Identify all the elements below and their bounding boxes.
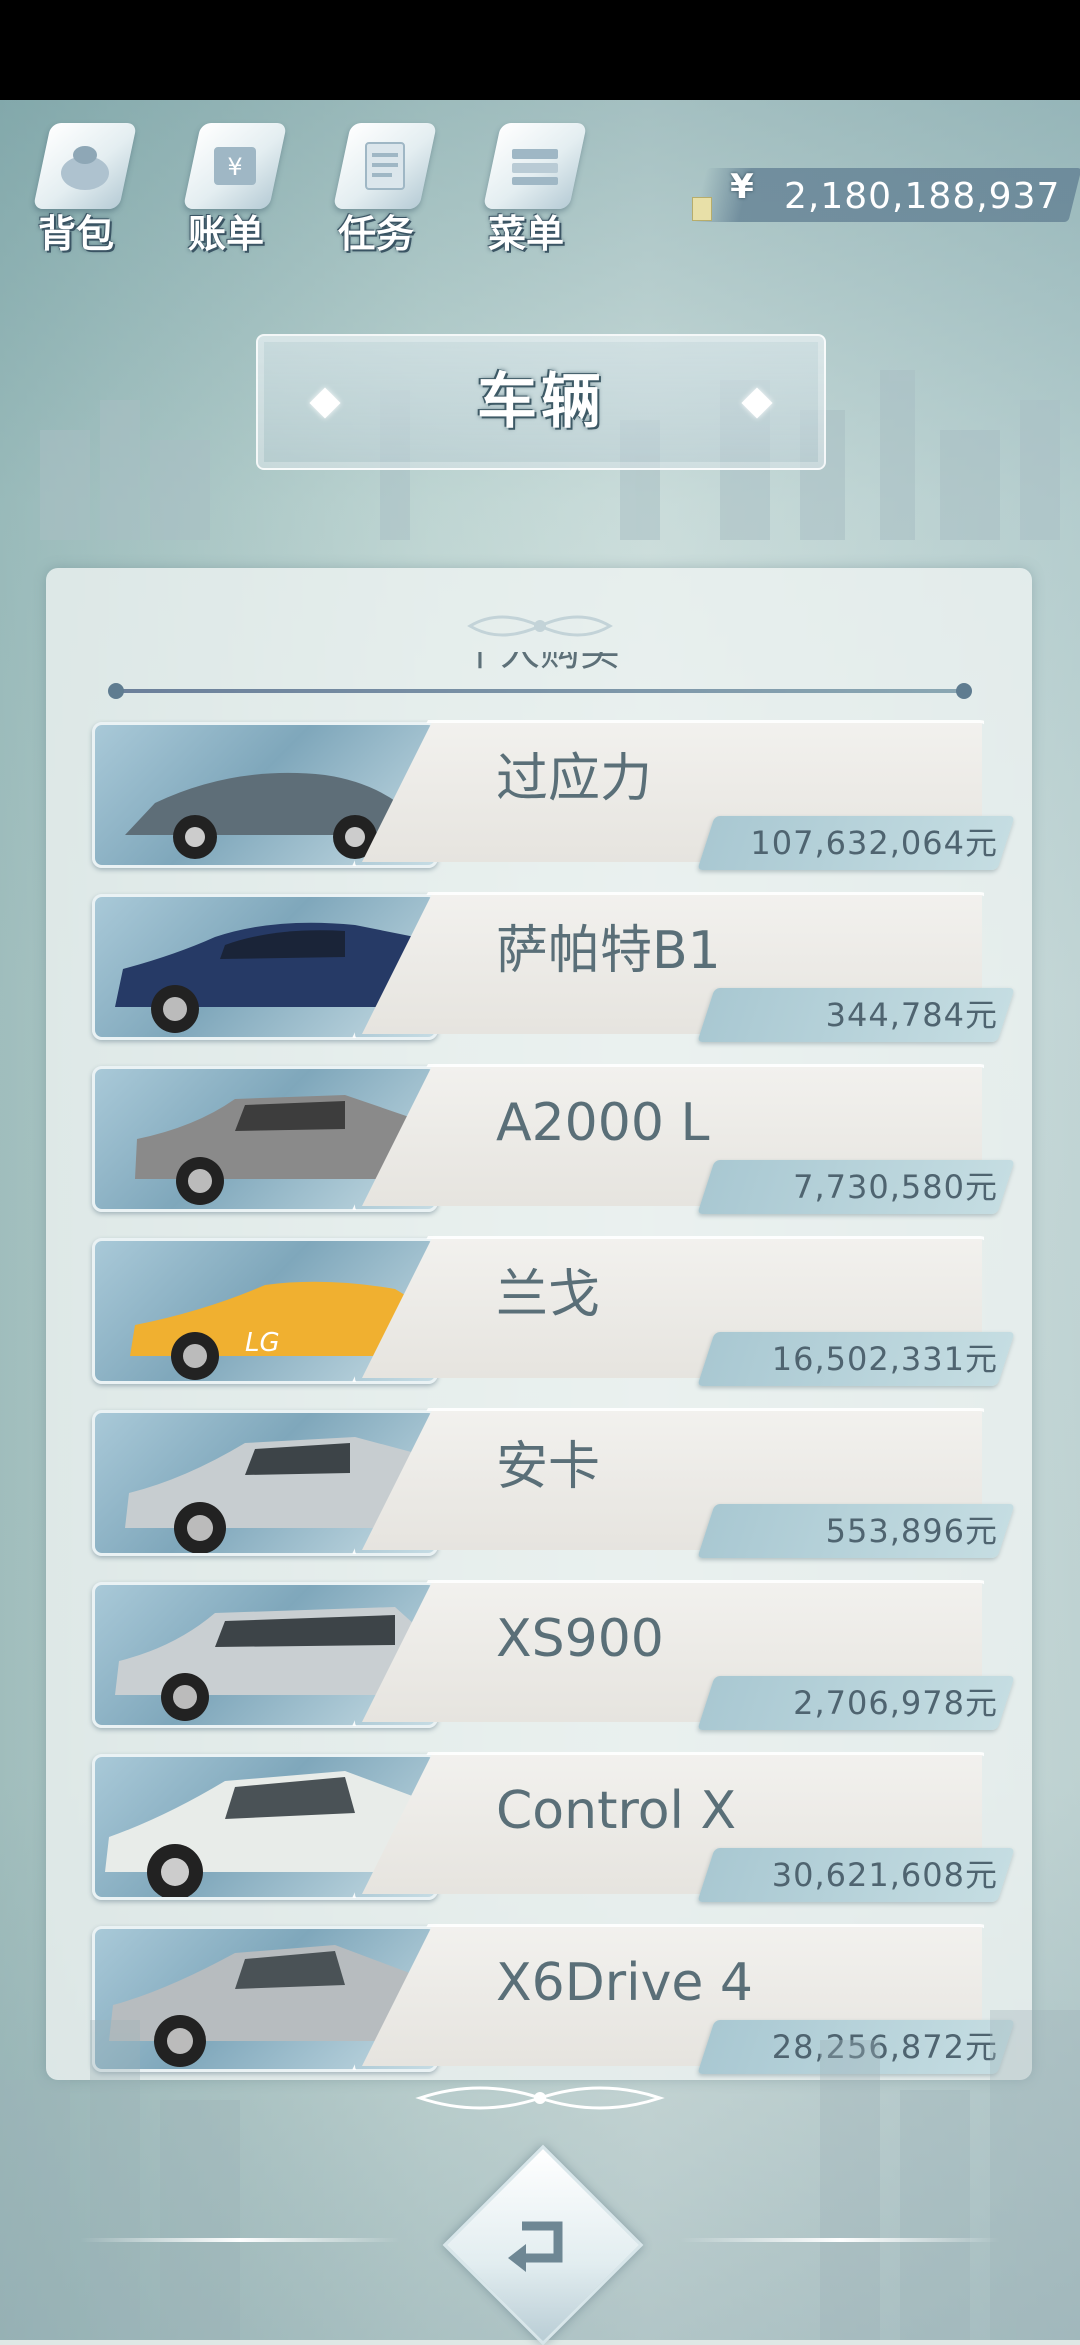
nav-bag-button[interactable]: 背包 <box>20 115 150 256</box>
vehicle-row[interactable]: A2000 L 7,730,580元 <box>92 1064 1015 1214</box>
divider-dot <box>956 683 972 699</box>
vehicle-name: XS900 <box>496 1609 664 1669</box>
vehicle-price: 30,621,608元 <box>771 1856 998 1894</box>
yen-icon: ¥ <box>730 167 754 207</box>
nav-bill-label: 账单 <box>188 212 265 256</box>
vehicle-row[interactable]: 过应力 107,632,064元 <box>92 720 1015 870</box>
vehicle-price: 344,784元 <box>825 996 998 1034</box>
vehicle-name: 萨帕特B1 <box>496 921 721 981</box>
vehicle-row[interactable]: 萨帕特B1 344,784元 <box>92 892 1015 1042</box>
vehicle-name: 兰戈 <box>496 1265 601 1325</box>
car-logo-text: LG <box>245 1328 280 1358</box>
divider <box>116 689 964 693</box>
divider <box>80 2238 400 2242</box>
vehicle-price: 107,632,064元 <box>750 824 998 862</box>
vehicle-row[interactable]: Control X 30,621,608元 <box>92 1752 1015 1902</box>
page-title: 车辆 <box>477 367 605 437</box>
vehicle-name: Control X <box>496 1781 737 1841</box>
vehicle-row[interactable]: XS900 2,706,978元 <box>92 1580 1015 1730</box>
nav-menu-button[interactable]: 菜单 <box>470 115 600 256</box>
nav-bag-label: 背包 <box>38 212 115 256</box>
divider-dot <box>108 683 124 699</box>
nav-task-label: 任务 <box>338 212 415 256</box>
vehicle-price: 7,730,580元 <box>793 1168 998 1206</box>
vehicle-price: 2,706,978元 <box>793 1684 998 1722</box>
vehicle-row[interactable]: LG 兰戈 16,502,331元 <box>92 1236 1015 1386</box>
page-title-box: 车辆 <box>256 334 826 470</box>
vehicle-name: A2000 L <box>496 1093 710 1153</box>
menu-icon <box>482 123 588 209</box>
nav-task-button[interactable]: 任务 <box>320 115 450 256</box>
back-arrow-icon[interactable] <box>492 2196 588 2292</box>
task-icon <box>332 123 438 209</box>
currency-amount: 2,180,188,937 <box>784 176 1061 217</box>
vehicle-name: 安卡 <box>496 1437 601 1497</box>
vehicle-name: 过应力 <box>496 749 653 809</box>
bill-icon: ¥ <box>182 123 288 209</box>
nav-bill-button[interactable]: ¥ 账单 <box>170 115 300 256</box>
nav-menu-label: 菜单 <box>488 212 565 256</box>
vehicle-row[interactable]: 安卡 553,896元 <box>92 1408 1015 1558</box>
ornament-icon <box>467 615 613 637</box>
tab-label-partial[interactable]: 个人购买 <box>420 652 660 682</box>
coin-icon <box>692 197 712 221</box>
vehicle-price: 16,502,331元 <box>771 1340 998 1378</box>
svg-text:¥: ¥ <box>227 153 242 181</box>
status-bar <box>0 0 1080 100</box>
vehicle-price: 553,896元 <box>825 1512 998 1550</box>
divider <box>680 2238 1000 2242</box>
bag-icon <box>32 123 138 209</box>
